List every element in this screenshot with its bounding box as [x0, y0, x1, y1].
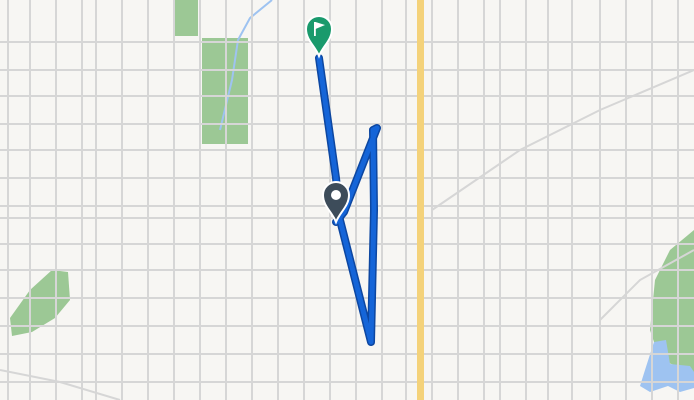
- map-canvas[interactable]: [0, 0, 694, 400]
- highway: [417, 0, 424, 400]
- start-marker-dot: [331, 190, 341, 200]
- park-top: [175, 0, 198, 36]
- route-map[interactable]: [0, 0, 694, 400]
